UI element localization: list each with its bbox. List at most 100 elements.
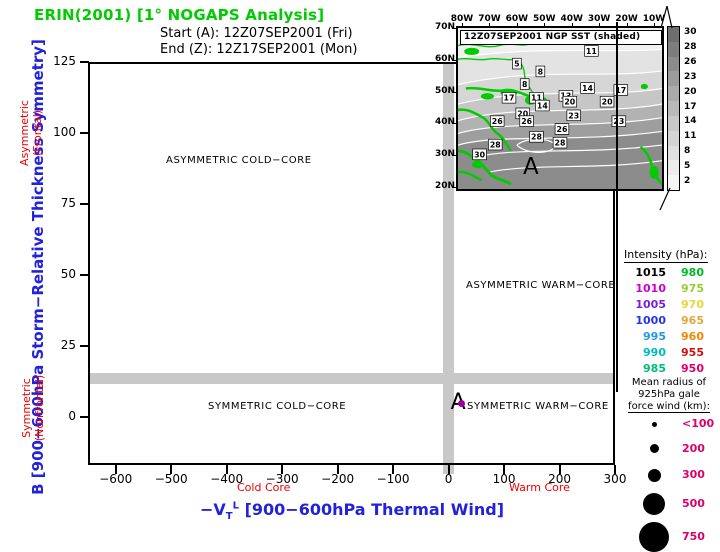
x-axis-tick-label: 200 bbox=[548, 472, 571, 486]
y-axis-tick-label: 25 bbox=[60, 337, 76, 352]
intensity-legend-value: 1005 bbox=[635, 298, 666, 311]
x-axis-title-rest: [900−600hPa Thermal Wind] bbox=[239, 500, 504, 519]
inset-lat-label: 70N bbox=[434, 22, 455, 32]
intensity-legend-value: 985 bbox=[643, 362, 666, 375]
colorbar-segment bbox=[668, 145, 679, 161]
intensity-legend-value: 1010 bbox=[635, 282, 666, 295]
intensity-legend-title: Intensity (hPa): bbox=[624, 248, 708, 263]
y-axis-tick bbox=[80, 61, 89, 63]
svg-text:23: 23 bbox=[568, 111, 579, 120]
radius-legend-dot bbox=[643, 492, 665, 515]
intensity-legend-value: 1015 bbox=[635, 266, 666, 279]
quadrant-label-asymmetric-cold-core: ASYMMETRIC COLD−CORE bbox=[166, 155, 312, 166]
svg-text:17: 17 bbox=[504, 94, 515, 103]
svg-text:14: 14 bbox=[582, 84, 593, 93]
inset-lat-label: 20N bbox=[434, 181, 455, 191]
svg-text:8: 8 bbox=[538, 67, 543, 76]
radius-legend-label: 300 bbox=[682, 468, 705, 481]
intensity-legend-value: 965 bbox=[681, 314, 704, 327]
colorbar-label: 17 bbox=[684, 101, 697, 112]
colorbar-pointer-bottom-icon bbox=[659, 187, 671, 211]
svg-text:26: 26 bbox=[521, 117, 532, 126]
sst-inset-map[interactable]: 1185814171711141320202023232626262828302… bbox=[456, 26, 664, 191]
intensity-legend-value: 975 bbox=[681, 282, 704, 295]
x-axis-tick-label: 300 bbox=[603, 472, 627, 486]
radius-legend-label: 500 bbox=[682, 496, 705, 510]
radius-title-line2: 925hPa gale bbox=[638, 389, 700, 400]
colorbar-segment bbox=[668, 160, 679, 176]
svg-text:30: 30 bbox=[474, 150, 485, 159]
quadrant-label-symmetric-cold-core: SYMMETRIC COLD−CORE bbox=[208, 401, 347, 412]
colorbar-segment bbox=[668, 56, 679, 72]
colorbar-segment bbox=[668, 101, 679, 116]
svg-text:28: 28 bbox=[490, 141, 501, 150]
intensity-legend-value: 960 bbox=[681, 330, 704, 343]
svg-text:14: 14 bbox=[537, 102, 548, 111]
y-axis-tick bbox=[80, 131, 89, 134]
colorbar-label: 11 bbox=[684, 131, 697, 142]
y-axis-tick bbox=[80, 273, 89, 276]
inset-lat-label: 60N bbox=[434, 53, 455, 64]
radius-legend-dot bbox=[649, 444, 659, 453]
x-axis-tick-label: −400 bbox=[210, 472, 244, 486]
colorbar-label: 30 bbox=[684, 27, 697, 38]
x-axis-tick-label: −100 bbox=[376, 472, 410, 486]
svg-text:28: 28 bbox=[531, 133, 542, 142]
colorbar-label: 28 bbox=[684, 42, 697, 53]
colorbar-segment bbox=[668, 130, 679, 146]
colorbar-segment bbox=[668, 115, 679, 131]
sst-colorbar bbox=[667, 26, 680, 191]
colorbar-segment bbox=[668, 86, 679, 102]
colorbar-pointer-icon bbox=[660, 5, 673, 29]
svg-text:11: 11 bbox=[586, 47, 597, 56]
inset-lat-label: 30N bbox=[434, 149, 455, 160]
intensity-legend-value: 1000 bbox=[635, 314, 666, 327]
colorbar-label: 23 bbox=[684, 71, 697, 82]
y-axis-tick-label: 75 bbox=[60, 195, 76, 210]
colorbar-label: 5 bbox=[684, 160, 691, 171]
intensity-legend-value: 955 bbox=[681, 346, 704, 359]
sst-map-graphic: 1185814171711141320202023232626262828302… bbox=[458, 28, 662, 189]
start-time-label: Start (A): 12Z07SEP2001 (Fri) bbox=[160, 26, 353, 41]
track-start-point[interactable] bbox=[457, 400, 465, 408]
colorbar-label: 26 bbox=[684, 57, 697, 68]
svg-text:8: 8 bbox=[522, 80, 527, 89]
x-axis-tick-label: 100 bbox=[492, 472, 516, 486]
y-axis-tick bbox=[80, 415, 89, 418]
radius-legend-dot bbox=[651, 421, 657, 427]
y-axis-tick bbox=[80, 344, 89, 347]
x-axis-tick-label: 0 bbox=[444, 472, 453, 486]
colorbar-label: 14 bbox=[684, 116, 697, 127]
legend-divider bbox=[616, 22, 618, 392]
y-axis-tick bbox=[80, 202, 89, 205]
page-title: ERIN(2001) [1° NOGAPS Analysis] bbox=[34, 6, 325, 24]
radius-legend-dot bbox=[639, 521, 669, 552]
colorbar-label: 20 bbox=[684, 86, 697, 97]
x-axis-tick-label: −500 bbox=[154, 472, 188, 486]
svg-text:28: 28 bbox=[555, 139, 566, 148]
x-axis-tick-label: −300 bbox=[265, 472, 299, 486]
y-axis-tick-label: 0 bbox=[68, 408, 76, 423]
radius-legend-title: Mean radius of 925hPa gale force wind (k… bbox=[620, 377, 718, 413]
radius-legend-label: 750 bbox=[682, 529, 705, 543]
radius-legend-dot bbox=[647, 468, 661, 482]
x-axis-title-sub: T bbox=[225, 511, 233, 523]
radius-title-line1: Mean radius of bbox=[631, 377, 707, 388]
y-axis-tick-label: 125 bbox=[53, 54, 76, 68]
x-axis-tick-label: −200 bbox=[321, 472, 355, 486]
intensity-legend-value: 970 bbox=[681, 298, 704, 311]
radius-title-line3: force wind (km): bbox=[628, 401, 710, 413]
x-axis-title-prefix: −V bbox=[200, 500, 226, 519]
x-axis-title: −VTL [900−600hPa Thermal Wind] bbox=[88, 500, 616, 522]
inset-storm-marker: A bbox=[523, 154, 539, 180]
intensity-legend-value: 995 bbox=[643, 330, 666, 343]
intensity-legend-value: 950 bbox=[681, 362, 704, 375]
colorbar-segment bbox=[668, 71, 679, 87]
svg-text:20: 20 bbox=[602, 98, 613, 107]
svg-text:26: 26 bbox=[557, 125, 568, 134]
inset-lat-label: 50N bbox=[434, 85, 455, 96]
svg-text:20: 20 bbox=[564, 98, 575, 107]
quadrant-label-asymmetric-warm-core: ASYMMETRIC WARM−CORE bbox=[466, 280, 616, 291]
intensity-legend-value: 990 bbox=[643, 346, 666, 359]
svg-text:5: 5 bbox=[514, 60, 519, 69]
